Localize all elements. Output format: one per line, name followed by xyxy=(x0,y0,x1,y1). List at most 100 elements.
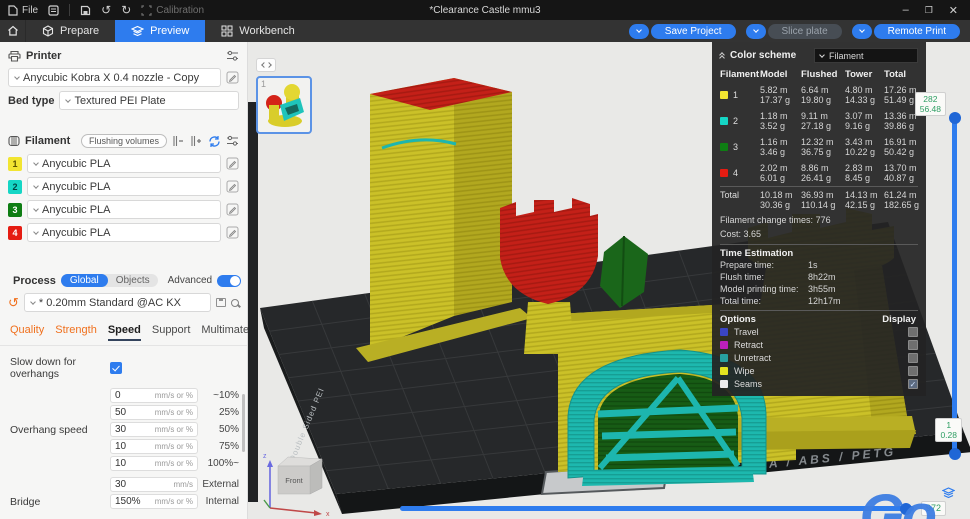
vslider-track[interactable] xyxy=(952,114,957,456)
redo-icon[interactable]: ↻ xyxy=(121,4,131,16)
unretract-checkbox[interactable] xyxy=(908,352,918,363)
bridge-external-input[interactable]: 30 mm/s xyxy=(110,477,198,492)
title-bar: File ↺ ↻ Calibration *Clearance Castle m… xyxy=(0,0,970,20)
filament-change-times: Filament change times: 776 xyxy=(720,215,831,225)
add-filament-icon[interactable] xyxy=(190,135,203,147)
overhang-speed-input-50[interactable]: 30 mm/s or % xyxy=(110,422,198,437)
tab-workbench[interactable]: Workbench xyxy=(205,20,310,42)
edit-printer-icon[interactable] xyxy=(226,71,239,84)
filament-3-select[interactable]: Anycubic PLA xyxy=(27,200,221,219)
wipe-checkbox[interactable] xyxy=(908,365,918,376)
edit-filament-1-icon[interactable] xyxy=(226,157,239,170)
printer-settings-icon[interactable] xyxy=(226,50,239,62)
filament-2-badge: 2 xyxy=(8,179,22,194)
plate-thumbnail-image xyxy=(266,84,304,127)
cost: Cost: 3.65 xyxy=(720,229,762,239)
bed-type-value: Textured PEI Plate xyxy=(74,94,166,107)
undo-icon[interactable]: ↺ xyxy=(101,4,111,16)
time-estimation-header: Time Estimation xyxy=(720,244,918,259)
maximize-button[interactable]: ❐ xyxy=(925,5,933,16)
slicer-app: File ↺ ↻ Calibration *Clearance Castle m… xyxy=(0,0,970,519)
retract-checkbox[interactable] xyxy=(908,339,918,350)
overhang-speed-input-25[interactable]: 50 mm/s or % xyxy=(110,405,198,420)
travel-checkbox[interactable] xyxy=(908,326,918,337)
slice-plate-dropdown[interactable] xyxy=(745,23,766,39)
axis-z-label: z xyxy=(263,453,267,460)
file-menu[interactable]: File xyxy=(8,5,38,16)
collapse-plate-list-button[interactable] xyxy=(256,58,276,72)
tab-strength[interactable]: Strength xyxy=(55,324,97,341)
plate-list: 1 xyxy=(256,58,318,134)
printer-select[interactable]: Anycubic Kobra X 0.4 nozzle - Copy xyxy=(8,68,221,87)
calibration-button[interactable]: Calibration xyxy=(141,5,204,16)
bridge-external-label: External xyxy=(202,479,239,490)
overhang-range-10: ~10% xyxy=(213,390,239,401)
save-icon[interactable] xyxy=(80,5,91,16)
filament-3-badge: 3 xyxy=(8,202,22,217)
bed-type-label: Bed type xyxy=(8,94,55,107)
hslider-track[interactable] xyxy=(400,506,914,511)
tab-speed[interactable]: Speed xyxy=(107,324,141,341)
collapse-stats-icon[interactable] xyxy=(719,51,725,61)
overhang-speed-label: Overhang speed xyxy=(10,423,88,436)
scope-toggle[interactable]: Global Objects xyxy=(60,274,158,287)
bridge-internal-input[interactable]: 150% mm/s or % xyxy=(110,494,198,509)
vslider-top-handle[interactable] xyxy=(948,112,961,124)
tab-prepare[interactable]: Prepare xyxy=(26,20,115,42)
plate-thumbnail-1[interactable]: 1 xyxy=(256,76,312,134)
slow-down-overhangs-label: Slow down for overhangs xyxy=(10,356,76,380)
overhang-speed-input-100[interactable]: 10 mm/s or % xyxy=(110,456,198,471)
sync-filament-icon[interactable] xyxy=(208,135,221,148)
slicing-stats-panel: Color scheme Filament Filament Model Flush… xyxy=(712,42,926,396)
advanced-toggle[interactable] xyxy=(217,274,242,287)
preview-viewport[interactable]: PLA / ABS / PETG Double Sided PEI 1 Colo… xyxy=(248,42,970,519)
slow-down-overhangs-checkbox[interactable] xyxy=(110,362,122,374)
color-scheme-select[interactable]: Filament xyxy=(814,48,918,63)
tab-support[interactable]: Support xyxy=(152,324,191,341)
remote-print-button[interactable]: Remote Print xyxy=(873,23,960,39)
filament-4-badge: 4 xyxy=(8,225,22,240)
reset-preset-icon[interactable]: ↺ xyxy=(8,296,19,309)
edit-filament-3-icon[interactable] xyxy=(226,203,239,216)
save-project-button[interactable]: Save Project xyxy=(650,23,736,39)
filament-2-select[interactable]: Anycubic PLA xyxy=(27,177,221,196)
layers-icon[interactable] xyxy=(941,486,956,504)
option-retract: Retract xyxy=(720,338,918,351)
flushing-volumes-button[interactable]: Flushing volumes xyxy=(80,134,167,148)
scope-global[interactable]: Global xyxy=(60,274,108,287)
menu-icon[interactable] xyxy=(48,4,59,16)
model-printing-time: Model printing time: 3h55m xyxy=(720,284,836,294)
save-preset-icon[interactable] xyxy=(216,298,226,307)
edit-filament-4-icon[interactable] xyxy=(226,226,239,239)
tab-preview[interactable]: Preview xyxy=(115,20,206,42)
edit-filament-2-icon[interactable] xyxy=(226,180,239,193)
tab-quality[interactable]: Quality xyxy=(10,324,44,341)
scope-objects[interactable]: Objects xyxy=(108,274,158,287)
vslider-bottom-handle[interactable] xyxy=(948,448,961,460)
overhang-speed-input-10[interactable]: 0 mm/s or % xyxy=(110,388,198,403)
slice-plate-button[interactable]: Slice plate xyxy=(767,23,842,39)
process-preset-select[interactable]: * 0.20mm Standard @AC KX xyxy=(23,293,211,312)
filament-settings-icon[interactable] xyxy=(226,135,239,147)
filament-1-swatch xyxy=(720,91,728,99)
sidebar-scrollbar[interactable] xyxy=(242,394,245,452)
minimize-button[interactable]: – xyxy=(903,4,909,16)
color-scheme-label: Color scheme xyxy=(730,50,797,61)
save-project-dropdown[interactable] xyxy=(628,23,649,39)
seams-checkbox[interactable]: ✓ xyxy=(908,378,918,389)
horizontal-move-slider[interactable]: 972 xyxy=(400,501,946,516)
orientation-cube[interactable]: Front x z xyxy=(262,450,338,516)
bed-type-select[interactable]: Textured PEI Plate xyxy=(59,91,239,110)
filament-1-select[interactable]: Anycubic PLA xyxy=(27,154,221,173)
close-button[interactable]: ✕ xyxy=(949,4,958,17)
home-button[interactable] xyxy=(0,20,26,42)
search-settings-icon[interactable] xyxy=(231,298,239,307)
layer-slider[interactable]: 282 56.48 1 0.28 xyxy=(914,92,962,460)
stats-row-3: 3 1.16 m 3.46 g 12.32 m 36.75 g 3.43 m 10.2… xyxy=(720,134,918,160)
mode-toolbar: Prepare Preview Workbench Save Project S… xyxy=(0,20,970,42)
filament-4-select[interactable]: Anycubic PLA xyxy=(27,223,221,242)
remote-print-dropdown[interactable] xyxy=(851,23,872,39)
overhang-range-25: 25% xyxy=(218,407,239,418)
remove-filament-icon[interactable] xyxy=(172,135,185,147)
overhang-speed-input-75[interactable]: 10 mm/s or % xyxy=(110,439,198,454)
